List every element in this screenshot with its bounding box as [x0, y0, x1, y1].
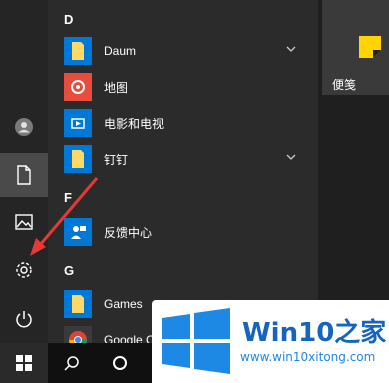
start-button[interactable] [0, 343, 48, 383]
windows-logo-icon [162, 308, 230, 374]
search-icon [64, 356, 79, 371]
watermark-url: www.win10xitong.com [240, 350, 376, 364]
search-button[interactable] [52, 343, 92, 383]
watermark-title: Win10之家 [242, 318, 387, 348]
windows-logo-icon [16, 355, 32, 371]
watermark: Win10之家 www.win10xitong.com [152, 300, 389, 383]
cortana-circle-icon [113, 356, 127, 370]
task-view-button[interactable] [100, 343, 140, 383]
annotation-arrow-icon [30, 177, 99, 256]
